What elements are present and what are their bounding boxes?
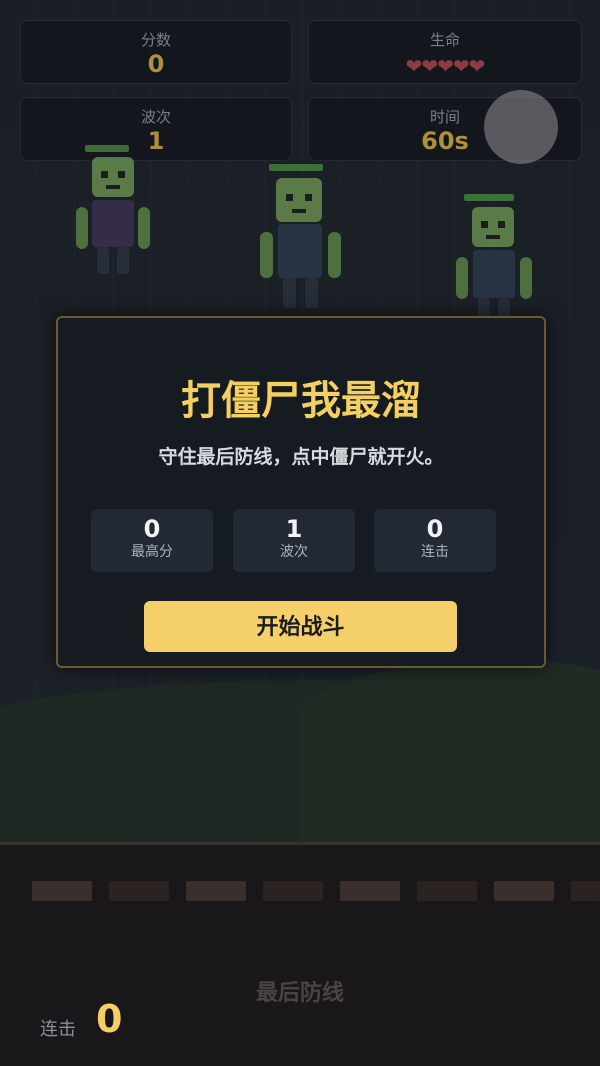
wave-card-value: 1 xyxy=(285,515,303,543)
score-panel: 分数 0 xyxy=(20,20,292,84)
combo-card: 0 连击 xyxy=(374,509,496,572)
combo-value: 0 xyxy=(96,997,123,1041)
road-brick xyxy=(417,881,477,901)
best-score-card: 0 最高分 xyxy=(91,509,213,572)
wave-label: 波次 xyxy=(140,108,171,126)
defense-road: 最后防线 连击 0 xyxy=(0,842,600,1066)
road-brick xyxy=(109,881,169,901)
zombie[interactable] xyxy=(72,143,156,278)
game-stage[interactable]: 分数 0 生命 ❤❤❤❤❤ 波次 1 时间 60s 最后防线 连击 0 打僵尸我… xyxy=(0,0,600,1066)
zombie[interactable] xyxy=(452,191,536,321)
last-defense-label: 最后防线 xyxy=(255,981,344,1006)
combo-card-value: 0 xyxy=(426,515,444,543)
zombie-body xyxy=(92,200,134,247)
score-value: 0 xyxy=(147,50,165,78)
combo-card-label: 连击 xyxy=(421,544,449,560)
zombie-head xyxy=(276,178,322,222)
start-modal: 打僵尸我最溜 守住最后防线，点中僵尸就开火。 0 最高分 1 波次 0 连击 开… xyxy=(56,316,546,668)
wave-panel: 波次 1 xyxy=(20,97,292,161)
road-brick xyxy=(32,881,92,901)
road-brick xyxy=(186,881,246,901)
zombie-body xyxy=(278,224,322,278)
game-subtitle: 守住最后防线，点中僵尸就开火。 xyxy=(158,446,444,468)
lives-label: 生命 xyxy=(429,31,460,49)
game-title: 打僵尸我最溜 xyxy=(181,378,421,424)
wave-card-label: 波次 xyxy=(280,544,308,560)
start-battle-button[interactable]: 开始战斗 xyxy=(144,601,457,652)
zombie-head xyxy=(92,157,134,197)
moon-icon xyxy=(484,90,558,164)
heart-icons: ❤❤❤❤❤ xyxy=(405,54,486,78)
combo-label: 连击 xyxy=(40,1019,76,1040)
road-brick xyxy=(571,881,600,901)
road-brick xyxy=(263,881,323,901)
zombie-health-bar xyxy=(85,145,129,152)
zombie-health-bar xyxy=(464,194,514,201)
wave-card: 1 波次 xyxy=(233,509,355,572)
zombie-head xyxy=(472,207,514,247)
zombie-body xyxy=(473,250,515,298)
ground-hill xyxy=(300,660,600,850)
zombie-health-bar xyxy=(269,164,323,171)
lives-panel: 生命 ❤❤❤❤❤ xyxy=(308,20,582,84)
score-label: 分数 xyxy=(140,31,171,49)
road-brick xyxy=(340,881,400,901)
best-score-label: 最高分 xyxy=(131,544,173,560)
best-score-value: 0 xyxy=(143,515,161,543)
wave-value: 1 xyxy=(147,127,165,155)
road-brick xyxy=(494,881,554,901)
zombie[interactable] xyxy=(256,160,346,310)
